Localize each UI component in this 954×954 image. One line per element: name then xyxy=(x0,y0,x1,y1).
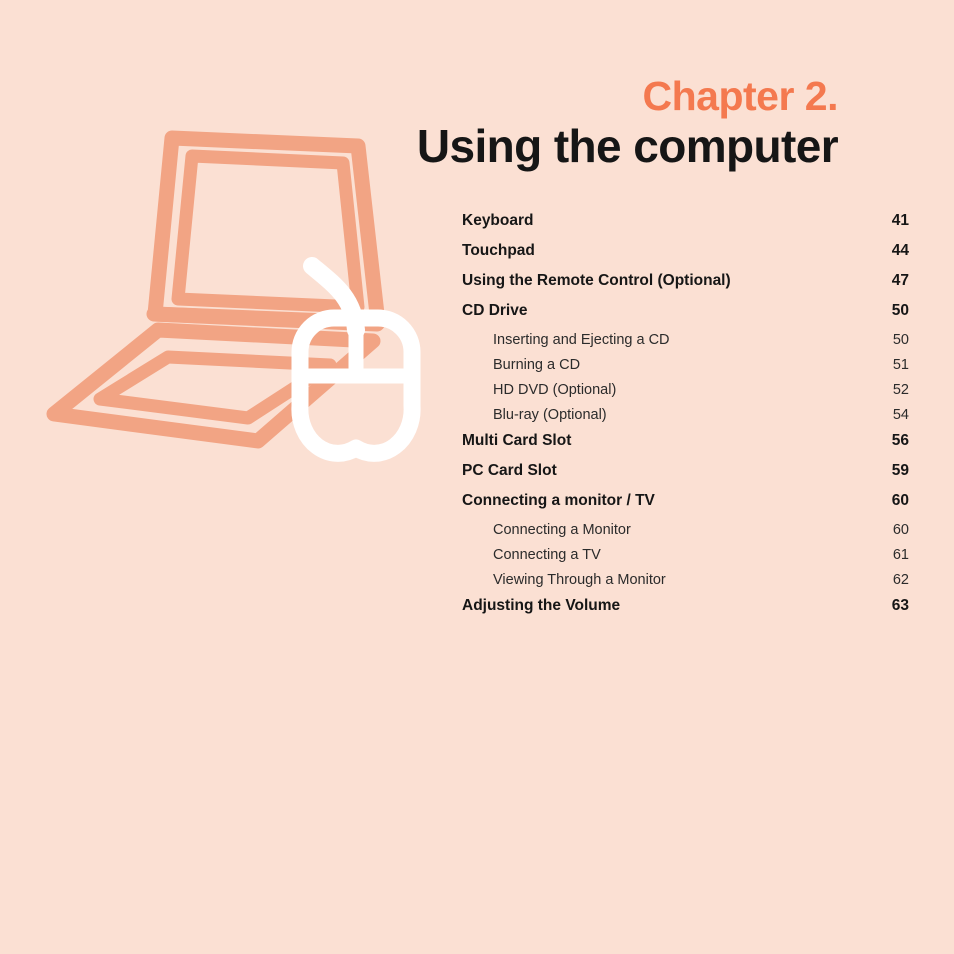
toc-entry-label: Burning a CD xyxy=(493,357,581,373)
toc-entry-page-number: 50 xyxy=(891,302,909,319)
toc-entry[interactable]: Adjusting the Volume 63 xyxy=(462,597,909,627)
toc-entry-page-number: 62 xyxy=(892,572,909,588)
chapter-label: Chapter 2. xyxy=(642,73,839,119)
mouse-body xyxy=(291,309,421,462)
page-title: Using the computer xyxy=(416,120,839,172)
toc-entry-label: Connecting a monitor / TV xyxy=(462,492,655,509)
laptop-icon xyxy=(46,130,386,449)
toc-entry[interactable]: Connecting a TV 61 xyxy=(462,547,909,572)
toc-entry[interactable]: PC Card Slot 59 xyxy=(462,462,909,492)
toc-entry-label: Connecting a TV xyxy=(493,547,601,563)
toc-entry[interactable]: Burning a CD 51 xyxy=(462,357,909,382)
mouse-icon xyxy=(291,257,421,462)
toc-entry-page-number: 54 xyxy=(892,407,909,423)
laptop-and-mouse-illustration xyxy=(46,130,421,462)
table-of-contents: Keyboard 41 Touchpad 44 Using the Remote Con… xyxy=(462,212,909,627)
mouse-cable xyxy=(303,257,365,339)
toc-entry[interactable]: Touchpad 44 xyxy=(462,242,909,272)
toc-entry[interactable]: Connecting a monitor / TV 60 xyxy=(462,492,909,522)
toc-entry-label: PC Card Slot xyxy=(462,462,557,479)
laptop-hinge xyxy=(146,306,385,332)
toc-entry-label: Inserting and Ejecting a CD xyxy=(493,332,670,348)
toc-entry[interactable]: CD Drive 50 xyxy=(462,302,909,332)
toc-entry[interactable]: Blu-ray (Optional) 54 xyxy=(462,407,909,432)
toc-entry-page-number: 59 xyxy=(891,462,909,479)
toc-entry-page-number: 50 xyxy=(892,332,909,348)
toc-entry-label: HD DVD (Optional) xyxy=(493,382,617,398)
toc-entry-label: Using the Remote Control (Optional) xyxy=(462,272,731,289)
toc-entry-page-number: 52 xyxy=(892,382,909,398)
toc-entry-page-number: 60 xyxy=(892,522,909,538)
toc-entry-label: Blu-ray (Optional) xyxy=(493,407,607,423)
toc-entry[interactable]: Keyboard 41 xyxy=(462,212,909,242)
toc-entry-label: Connecting a Monitor xyxy=(493,522,631,538)
toc-entry-label: Multi Card Slot xyxy=(462,432,572,449)
toc-entry-page-number: 47 xyxy=(891,272,909,289)
toc-entry-label: Viewing Through a Monitor xyxy=(493,572,666,588)
toc-entry-label: CD Drive xyxy=(462,302,528,319)
chapter-cover-page: Chapter 2. Using the computer Keyboard 41… xyxy=(0,0,954,954)
toc-entry-label: Adjusting the Volume xyxy=(462,597,621,614)
laptop-keyboard-outline xyxy=(93,350,337,425)
chapter-illustration xyxy=(40,118,440,488)
toc-entry[interactable]: Connecting a Monitor 60 xyxy=(462,522,909,547)
toc-entry-page-number: 56 xyxy=(891,432,909,449)
toc-entry-label: Keyboard xyxy=(462,212,534,229)
toc-entry-page-number: 51 xyxy=(892,357,909,373)
toc-entry[interactable]: Using the Remote Control (Optional) 47 xyxy=(462,272,909,302)
chapter-heading: Chapter 2. Using the computer xyxy=(330,73,839,172)
toc-entry-page-number: 44 xyxy=(891,242,909,259)
toc-entry[interactable]: Inserting and Ejecting a CD 50 xyxy=(462,332,909,357)
toc-entry[interactable]: Viewing Through a Monitor 62 xyxy=(462,572,909,597)
laptop-screen-bezel xyxy=(171,149,365,314)
toc-entry-page-number: 61 xyxy=(892,547,909,563)
toc-entry-page-number: 41 xyxy=(891,212,909,229)
toc-entry[interactable]: Multi Card Slot 56 xyxy=(462,432,909,462)
toc-entry-page-number: 63 xyxy=(891,597,909,614)
toc-entry-label: Touchpad xyxy=(462,242,535,259)
toc-entry[interactable]: HD DVD (Optional) 52 xyxy=(462,382,909,407)
laptop-base-outer xyxy=(46,322,381,449)
toc-entry-page-number: 60 xyxy=(891,492,909,509)
